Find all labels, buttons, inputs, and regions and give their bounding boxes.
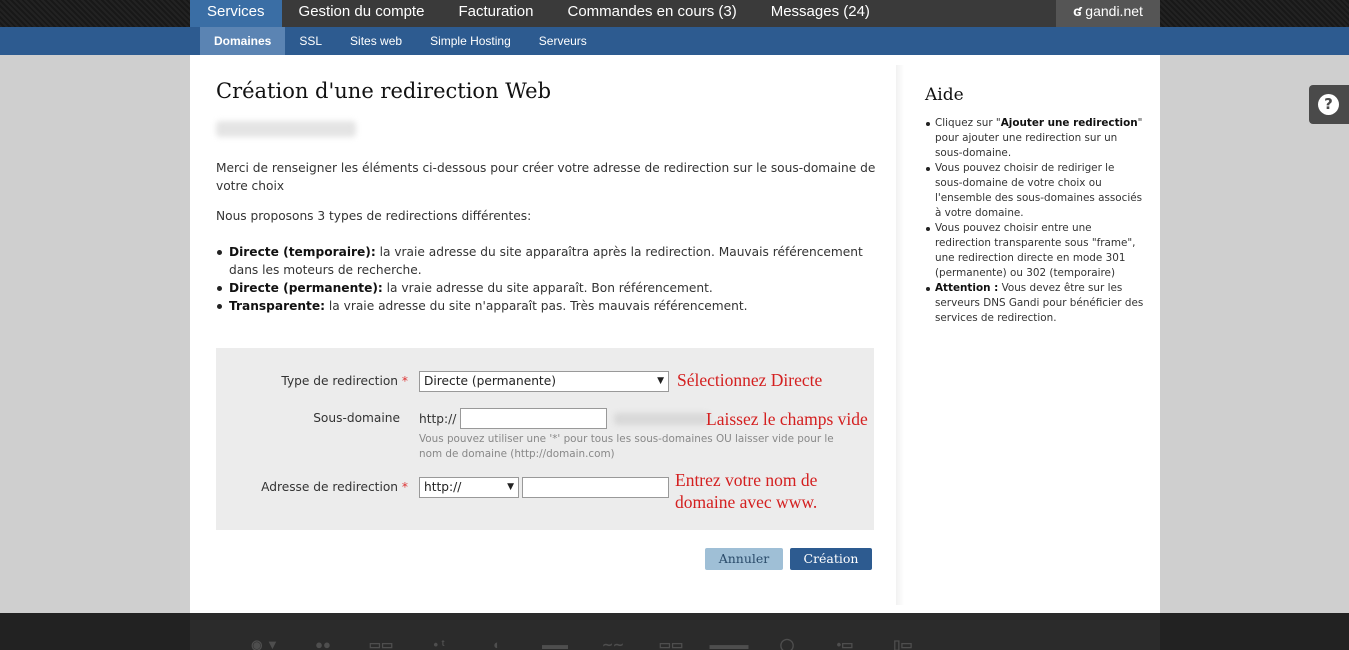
gandi-g-icon: ʛ (1073, 3, 1082, 19)
list-item: Attention : Vous devez être sur les serv… (926, 282, 1144, 324)
subtab-simple-hosting[interactable]: Simple Hosting (416, 27, 525, 55)
list-item: Directe (permanente): la vraie adresse d… (217, 279, 868, 297)
subdomain-hint: Vous pouvez utiliser une '*' pour tous l… (419, 433, 834, 460)
subdomain-prefix: http:// (419, 412, 457, 426)
biz-logo-icon[interactable]: ◯ (758, 638, 816, 650)
me-logo-icon[interactable]: ◐ (468, 638, 526, 650)
subtab-ssl[interactable]: SSL (285, 27, 336, 55)
info-logo-icon[interactable]: ▭▭ (352, 638, 410, 650)
tab-gestion-du-compte[interactable]: Gestion du compte (282, 0, 442, 27)
target-input[interactable] (522, 477, 669, 498)
tab-messages[interactable]: Messages (24) (754, 0, 887, 27)
list-item: Cliquez sur "Ajouter une redirection" po… (926, 116, 1145, 161)
redirection-types-list: Directe (temporaire): la vraie adresse d… (217, 243, 868, 315)
page-content: Création d'une redirection Web Merci de … (190, 55, 1160, 613)
subdomain-label: Sous-domaine (313, 411, 400, 425)
footer-logos: ◉ ▼ ●● ▭▭ • ᵗ ◐ ▬▬ ∼∼ ▭▭ ▬▬▬ ◯ •▭ ▯▭ (190, 613, 1160, 650)
tab-commandes-en-cours[interactable]: Commandes en cours (3) (550, 0, 753, 27)
annotation-subdomain: Laissez le champs vide (706, 409, 868, 429)
chevron-down-icon: ▼ (657, 376, 664, 386)
aside-title: Aide (925, 85, 964, 105)
create-button[interactable]: Création (790, 548, 872, 570)
intro-text: Merci de renseigner les éléments ci-dess… (216, 161, 876, 193)
tab-services[interactable]: Services (190, 0, 282, 27)
subtab-domaines[interactable]: Domaines (200, 27, 286, 55)
protocol-select[interactable]: http:// ▼ (419, 477, 519, 498)
pro-logo-icon[interactable]: •▭ (816, 638, 874, 650)
tv-logo-icon[interactable]: • ᵗ (410, 638, 468, 650)
sub-nav: Domaines SSL Sites web Simple Hosting Se… (190, 27, 1160, 55)
redirection-form: Type de redirection * Directe (permanent… (216, 348, 874, 530)
switch-logo-icon[interactable]: ▬▬▬ (700, 638, 758, 650)
ldns-logo-icon[interactable]: ▯▭ (874, 638, 932, 650)
question-icon: ? (1318, 94, 1339, 115)
subtab-serveurs[interactable]: Serveurs (525, 27, 601, 55)
main-nav: Services Gestion du compte Facturation C… (190, 0, 1160, 27)
annotation-target: Entrez votre nom de domaine avec www. (675, 470, 818, 512)
verisign-logo-icon[interactable]: ◉ ▼ (236, 638, 294, 650)
help-sidebar: Aide Cliquez sur "Ajouter une redirectio… (925, 85, 1145, 326)
redacted-domain-suffix (614, 413, 709, 425)
gandi-logo[interactable]: ʛ gandi.net (1056, 0, 1160, 27)
type-select[interactable]: Directe (permanente) ▼ (419, 371, 669, 392)
annotation-type: Sélectionnez Directe (677, 370, 823, 390)
redacted-domain (216, 121, 356, 137)
help-list: Cliquez sur "Ajouter une redirection" po… (926, 116, 1145, 326)
afnic-logo-icon[interactable]: ∼∼ (584, 638, 642, 650)
cancel-button[interactable]: Annuler (705, 548, 783, 570)
dnsbe-logo-icon[interactable]: ▭▭ (642, 638, 700, 650)
list-item: Vous pouvez choisir entre une redirectio… (926, 221, 1145, 281)
types-intro: Nous proposons 3 types de redirections d… (216, 209, 532, 223)
target-label: Adresse de redirection * (261, 480, 408, 494)
subdomain-input[interactable] (460, 408, 607, 429)
tab-facturation[interactable]: Facturation (441, 0, 550, 27)
list-item: Transparente: la vraie adresse du site n… (217, 297, 868, 315)
org-logo-icon[interactable]: ●● (294, 638, 352, 650)
aside-divider (896, 65, 904, 605)
list-item: Directe (temporaire): la vraie adresse d… (217, 243, 868, 279)
brand-name: gandi.net (1085, 3, 1143, 19)
list-item: Vous pouvez choisir de rediriger le sous… (926, 161, 1145, 221)
chevron-down-icon: ▼ (507, 482, 514, 492)
eurid-logo-icon[interactable]: ▬▬ (526, 638, 584, 650)
type-label: Type de redirection * (281, 374, 408, 388)
help-tab[interactable]: ? (1309, 85, 1349, 124)
page-title: Création d'une redirection Web (216, 79, 552, 103)
subtab-sites-web[interactable]: Sites web (336, 27, 416, 55)
